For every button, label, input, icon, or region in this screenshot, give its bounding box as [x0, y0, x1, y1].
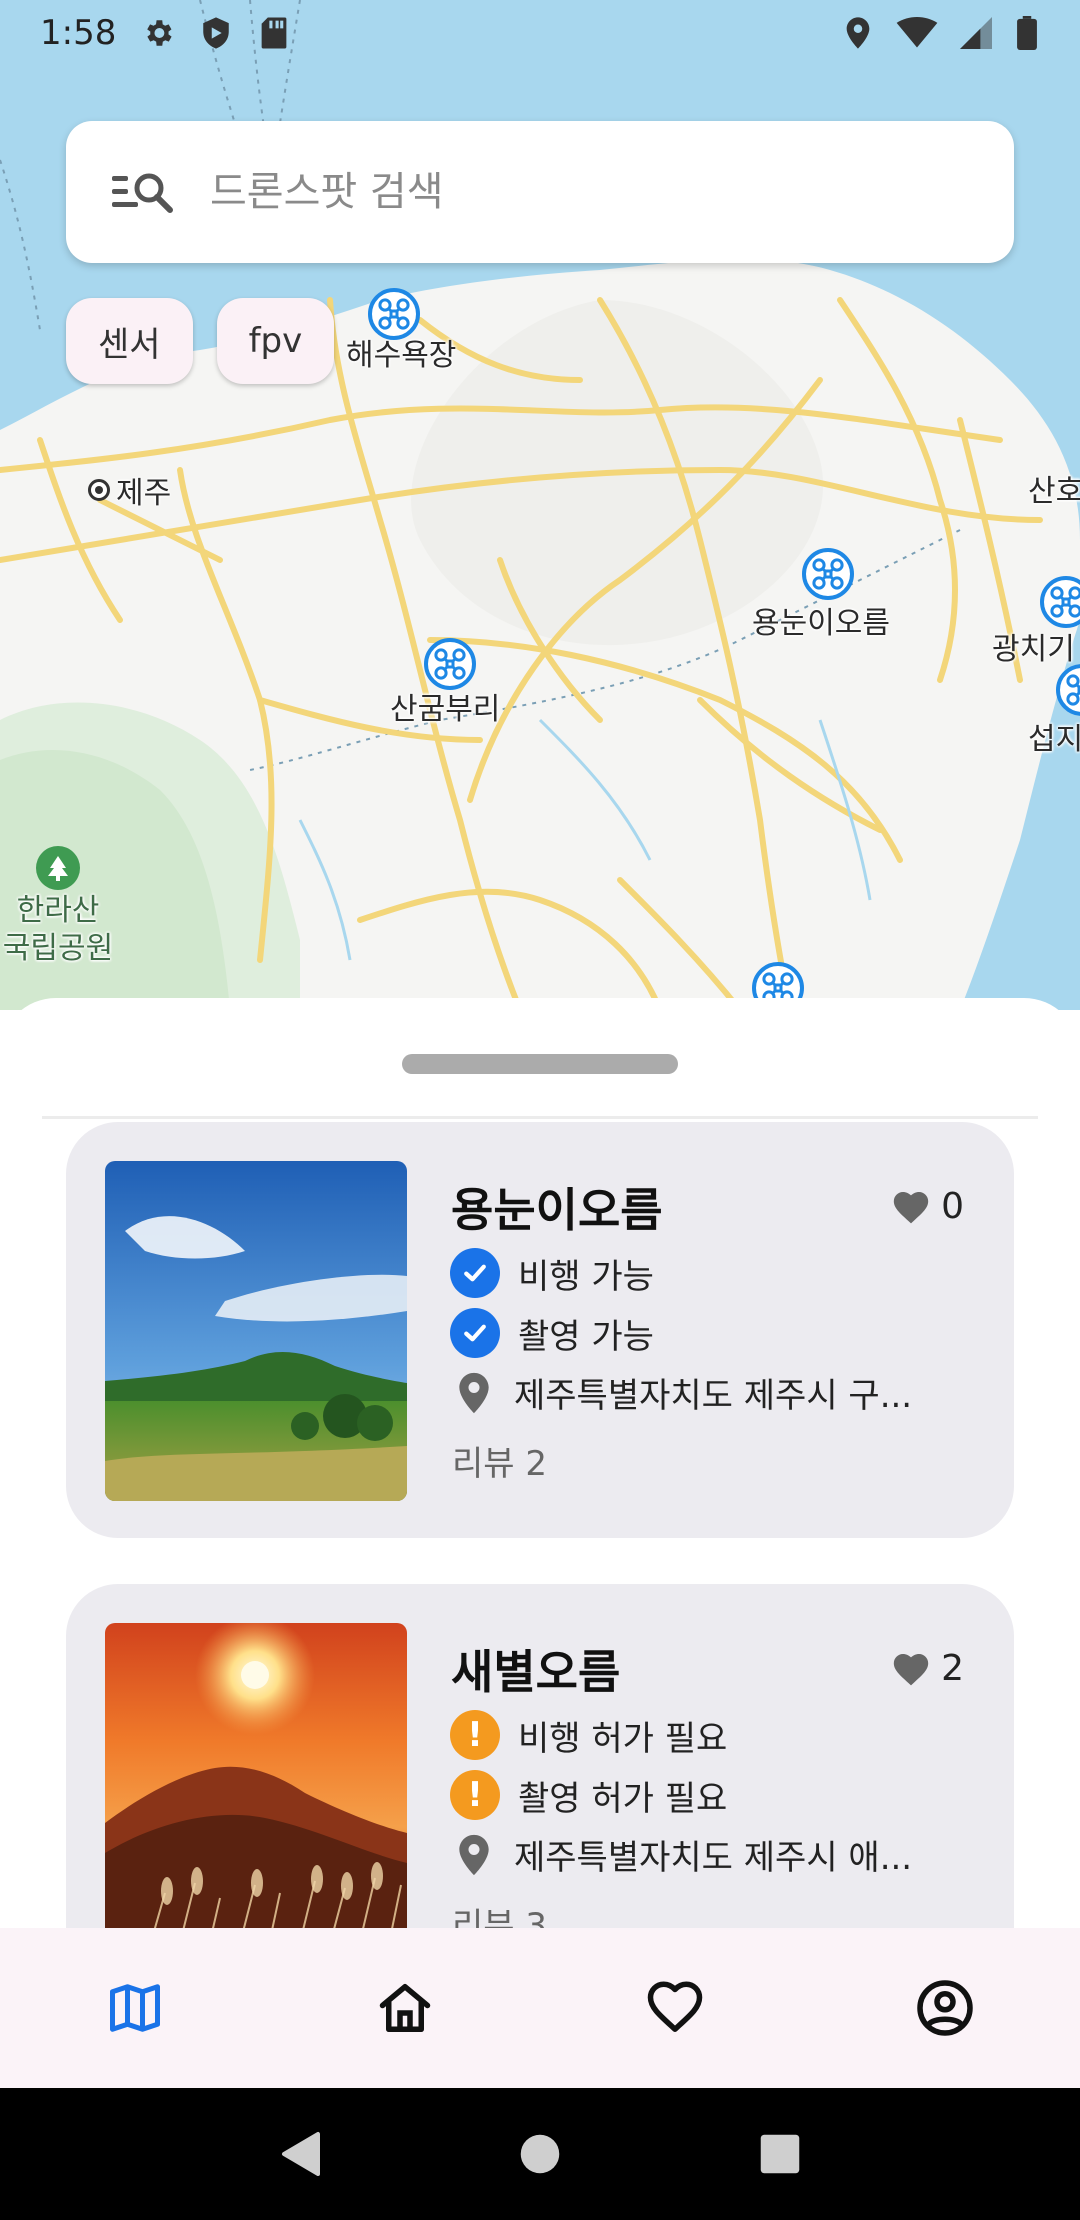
- location-pin-icon: [459, 1372, 489, 1413]
- bottom-navigation: [0, 1928, 1080, 2088]
- battery-icon: [1014, 15, 1040, 51]
- status-bar: 1:58: [0, 0, 1080, 66]
- drone-icon: [1048, 584, 1080, 620]
- heart-icon: [893, 1191, 929, 1223]
- address-row: 제주특별자치도 제주시 구...: [456, 1368, 912, 1417]
- spot-thumbnail: [105, 1623, 407, 1928]
- recents-button[interactable]: [750, 2124, 810, 2184]
- filter-chips: 센서 fpv: [66, 298, 358, 384]
- warning-circle-icon: !: [450, 1710, 500, 1760]
- map-icon: [110, 1984, 160, 2032]
- spot-address: 제주특별자치도 제주시 애...: [514, 1838, 913, 1878]
- nav-favorites[interactable]: [615, 1958, 735, 2058]
- search-bar[interactable]: [66, 121, 1014, 263]
- settings-icon: [140, 15, 176, 51]
- status-time: 1:58: [40, 13, 117, 53]
- city-dot-icon: [88, 479, 110, 501]
- like-button[interactable]: 2: [891, 1648, 964, 1689]
- back-triangle-icon: [282, 2132, 320, 2176]
- drone-marker-sangumburi[interactable]: [424, 638, 476, 690]
- review-count: 리뷰 3: [452, 1906, 547, 1928]
- system-navigation-bar: [0, 2088, 1080, 2220]
- nav-map[interactable]: [75, 1958, 195, 2058]
- map-label-sangumburi: 산굼부리: [390, 692, 501, 727]
- spot-name: 새별오름: [451, 1645, 621, 1699]
- heart-icon: [893, 1653, 929, 1685]
- location-icon: [840, 15, 876, 51]
- drone-marker-beach[interactable]: [368, 288, 420, 340]
- like-button[interactable]: 0: [891, 1186, 964, 1227]
- map-label-hallasan: 한라산 국립공원: [2, 893, 114, 966]
- sheet-divider: [42, 1116, 1038, 1119]
- spot-address: 제주특별자치도 제주시 구...: [514, 1376, 913, 1416]
- address-row: 제주특별자치도 제주시 애...: [456, 1830, 912, 1879]
- filming-permission: ! 촬영 허가 필요: [450, 1770, 727, 1820]
- drone-icon: [810, 556, 846, 592]
- filming-status-text: 촬영 허가 필요: [518, 1778, 728, 1819]
- spot-name: 용눈이오름: [451, 1183, 663, 1237]
- check-circle-icon: [450, 1248, 500, 1298]
- search-input[interactable]: [210, 169, 910, 215]
- spot-card[interactable]: 새별오름 2 ! 비행 허가 필요 ! 촬영 허가 필요 제주특별자치도 제주시…: [66, 1584, 1014, 1928]
- shield-icon: [198, 15, 234, 51]
- park-tree-icon: [36, 846, 80, 890]
- map-label-seopji: 섭지: [1028, 722, 1080, 757]
- drone-icon: [376, 296, 412, 332]
- location-pin-icon: [459, 1834, 489, 1875]
- home-circle-icon: [520, 2134, 560, 2174]
- drone-icon: [432, 646, 468, 682]
- flight-permission: ! 비행 허가 필요: [450, 1710, 727, 1760]
- nav-profile[interactable]: [885, 1958, 1005, 2058]
- home-button[interactable]: [510, 2124, 570, 2184]
- signal-icon: [958, 15, 994, 51]
- sd-card-icon: [256, 15, 292, 51]
- map-label-jeju: 제주: [88, 468, 171, 512]
- map-label-gwangchi: 광치기: [992, 632, 1075, 667]
- home-icon: [379, 1984, 431, 2032]
- warning-circle-icon: !: [450, 1770, 500, 1820]
- like-count: 0: [941, 1186, 964, 1227]
- spot-thumbnail: [105, 1161, 407, 1501]
- flight-permission: 비행 가능: [450, 1248, 654, 1298]
- search-list-icon: [110, 168, 176, 216]
- back-button[interactable]: [270, 2124, 330, 2184]
- map-label-jeju-text: 제주: [116, 476, 172, 511]
- review-count: 리뷰 2: [452, 1444, 547, 1484]
- nav-home[interactable]: [345, 1958, 465, 2058]
- heart-icon: [647, 1981, 703, 2032]
- check-circle-icon: [450, 1308, 500, 1358]
- wifi-icon: [896, 15, 938, 51]
- chip-sensor[interactable]: 센서: [66, 298, 193, 384]
- drone-icon: [1064, 672, 1080, 708]
- chip-fpv[interactable]: fpv: [216, 298, 335, 384]
- like-count: 2: [941, 1648, 964, 1689]
- flight-status-text: 비행 가능: [518, 1256, 654, 1297]
- drone-marker-yongnun[interactable]: [802, 548, 854, 600]
- spot-card[interactable]: 용눈이오름 0 비행 가능 촬영 가능 제주특별자치도 제주시 구... 리뷰 …: [66, 1122, 1014, 1538]
- account-icon: [917, 1980, 973, 2036]
- recents-square-icon: [760, 2134, 800, 2174]
- map-label-sanho: 산호: [1028, 474, 1080, 509]
- drag-handle[interactable]: [402, 1054, 678, 1074]
- map-label-yongnun: 용눈이오름: [752, 606, 890, 641]
- bottom-sheet[interactable]: 용눈이오름 0 비행 가능 촬영 가능 제주특별자치도 제주시 구... 리뷰 …: [0, 998, 1080, 1928]
- filming-status-text: 촬영 가능: [518, 1316, 654, 1357]
- filming-permission: 촬영 가능: [450, 1308, 654, 1358]
- flight-status-text: 비행 허가 필요: [518, 1718, 728, 1759]
